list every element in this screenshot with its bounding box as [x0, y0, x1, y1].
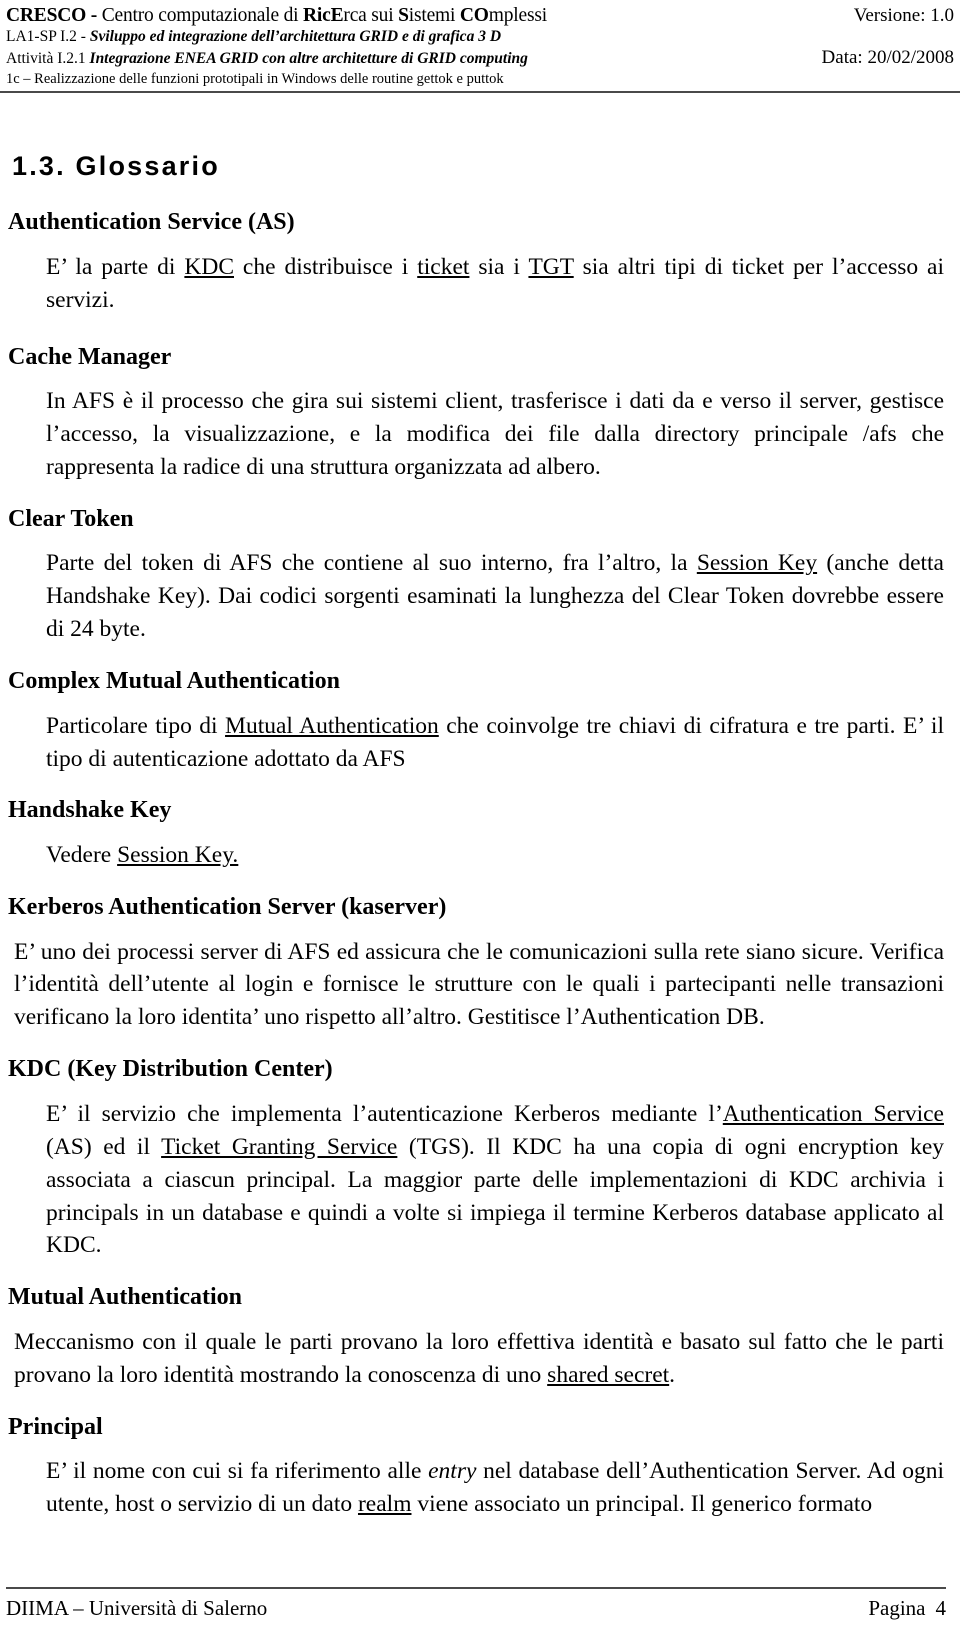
footer-page-number: 4	[935, 1596, 947, 1620]
title-mplessi: mplessi	[488, 5, 547, 26]
def-text: Particolare tipo di	[46, 712, 226, 739]
xref-authentication-service[interactable]: Authentication Service	[723, 1101, 944, 1127]
glossary-term-handshake-key: Handshake Key	[8, 797, 172, 824]
xref-session-key-2[interactable]: Session Key.	[117, 842, 238, 868]
header-activity-code: Attività I.2.1	[6, 49, 90, 67]
document-body: 1.3. Glossario Authentication Service (A…	[0, 151, 960, 1521]
xref-shared-secret[interactable]: shared secret	[547, 1362, 669, 1388]
header-row-title: CRESCO - Centro computazionale di RicErc…	[6, 4, 954, 27]
def-text: Meccanismo con il quale le parti provano…	[14, 1328, 944, 1388]
def-text: Parte del token di AFS che contiene al s…	[46, 550, 697, 577]
def-text: sia i	[469, 253, 529, 280]
title-rca: rca sui	[343, 5, 399, 26]
footer-organization: DIIMA – Università di Salerno	[6, 1596, 268, 1620]
title-istemi: istemi	[408, 5, 460, 26]
glossary-definition-clear-token: Parte del token di AFS che contiene al s…	[6, 547, 946, 646]
title-s: S	[398, 5, 409, 26]
xref-ticket-granting-service[interactable]: Ticket Granting Service	[161, 1134, 397, 1160]
def-text: .	[669, 1361, 676, 1388]
footer-row: DIIMA – Università di Salerno Pagina 4	[6, 1596, 946, 1621]
glossary-definition-kdc: E’ il servizio che implementa l’autentic…	[6, 1098, 946, 1262]
header-row-line3: Attività I.2.1 Integrazione ENEA GRID co…	[6, 47, 954, 69]
title-ricE: RicE	[303, 5, 344, 26]
xref-ticket[interactable]: ticket	[417, 254, 469, 280]
document-footer: DIIMA – Università di Salerno Pagina 4	[0, 1587, 960, 1621]
document-date: Data: 20/02/2008	[821, 46, 954, 68]
title-centro: Centro computazionale di	[101, 5, 304, 26]
xref-session-key[interactable]: Session Key	[697, 550, 817, 576]
glossary-definition-mutual-authentication: Meccanismo con il quale le parti provano…	[6, 1326, 946, 1392]
header-row-line2: LA1-SP I.2 - Sviluppo ed integrazione de…	[6, 27, 954, 46]
header-deliverable-line: 1c – Realizzazione delle funzioni protot…	[6, 71, 504, 88]
document-title: CRESCO - Centro computazionale di RicErc…	[6, 4, 840, 27]
def-text: (AS) ed il	[46, 1133, 162, 1160]
glossary-term-kdc: KDC (Key Distribution Center)	[8, 1056, 333, 1083]
glossary-term-principal: Principal	[8, 1413, 103, 1440]
def-text: E’ la parte di	[46, 253, 185, 280]
header-subproject-text: Sviluppo ed integrazione dell’architettu…	[89, 28, 502, 46]
page-title: 1.3. Glossario	[12, 151, 220, 182]
header-subproject-code: LA1-SP I.2	[6, 28, 77, 46]
glossary-definition-kerberos-authentication-server: E’ uno dei processi server di AFS ed ass…	[14, 938, 944, 1031]
def-text: E’ il nome con cui si fa riferimento all…	[46, 1458, 429, 1485]
glossary-definition-authentication-service: E’ la parte di KDC che distribuisce i ti…	[6, 251, 946, 317]
footer-divider	[6, 1587, 946, 1589]
glossary-term-cache-manager: Cache Manager	[8, 343, 172, 370]
header-activity-line: Attività I.2.1 Integrazione ENEA GRID co…	[6, 49, 808, 68]
document-version: Versione: 1.0	[853, 5, 954, 26]
glossary-term-authentication-service: Authentication Service (AS)	[8, 209, 295, 236]
def-text: E’ il servizio che implementa l’autentic…	[46, 1100, 723, 1127]
glossary-term-kerberos-authentication-server: Kerberos Authentication Server (kaserver…	[8, 893, 447, 920]
glossary-term-complex-mutual-authentication: Complex Mutual Authentication	[8, 668, 341, 695]
xref-realm[interactable]: realm	[358, 1491, 412, 1517]
title-co: CO	[459, 5, 489, 26]
glossary-definition-handshake-key: Vedere Session Key.	[6, 839, 946, 872]
header-subproject-sep: -	[76, 28, 90, 46]
header-row-line4: 1c – Realizzazione delle funzioni protot…	[6, 69, 954, 89]
document-page: CRESCO - Centro computazionale di RicErc…	[0, 0, 960, 1629]
footer-page-indicator: Pagina 4	[868, 1596, 946, 1621]
xref-tgt[interactable]: TGT	[528, 254, 573, 280]
def-text: Vedere	[46, 842, 118, 869]
footer-page-label: Pagina	[868, 1596, 926, 1620]
def-text: viene associato un principal. Il generic…	[411, 1491, 873, 1518]
glossary-term-mutual-authentication: Mutual Authentication	[8, 1284, 243, 1311]
glossary-definition-cache-manager: In AFS è il processo che gira sui sistem…	[46, 388, 944, 480]
title-cresco: CRESCO -	[6, 5, 102, 26]
def-text: che distribuisce i	[234, 253, 418, 280]
emphasis-entry: entry	[428, 1458, 477, 1485]
header-activity-text: Integrazione ENEA GRID con altre archite…	[89, 49, 528, 67]
xref-mutual-authentication[interactable]: Mutual Authentication	[225, 713, 439, 739]
glossary-definition-complex-mutual-authentication: Particolare tipo di Mutual Authenticatio…	[6, 710, 946, 776]
xref-kdc[interactable]: KDC	[184, 254, 234, 280]
document-header: CRESCO - Centro computazionale di RicErc…	[0, 0, 960, 94]
glossary-definition-principal: E’ il nome con cui si fa riferimento all…	[6, 1455, 946, 1521]
header-subproject-line: LA1-SP I.2 - Sviluppo ed integrazione de…	[6, 27, 940, 46]
glossary-term-clear-token: Clear Token	[8, 505, 134, 532]
